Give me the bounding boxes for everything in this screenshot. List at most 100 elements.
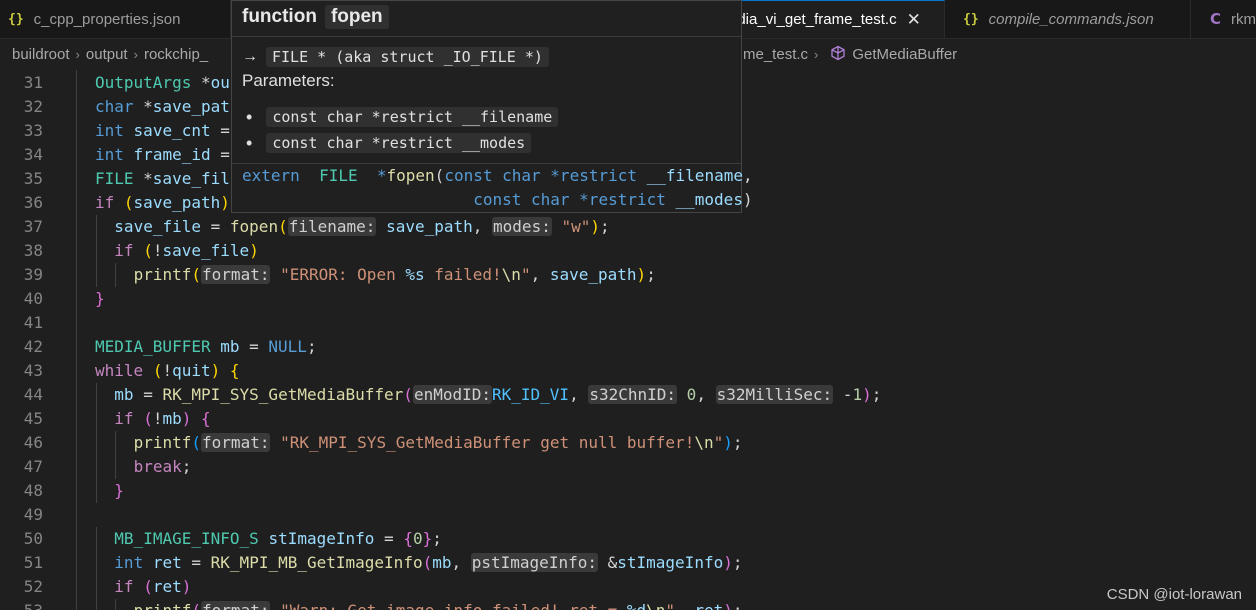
breadcrumb-item-buildroot[interactable]: buildroot <box>12 46 70 63</box>
code-line[interactable]: printf(format: "RK_MPI_SYS_GetMediaBuffe… <box>134 431 743 455</box>
inlay-hint: enModID: <box>412 385 492 404</box>
tab-rkm[interactable]: C rkm <box>1192 0 1256 38</box>
code-token: } <box>114 481 124 500</box>
line-number: 43 <box>23 361 43 380</box>
code-token: "ERROR: Open <box>280 265 406 284</box>
code-token: ( <box>143 409 153 428</box>
code-line[interactable]: FILE *save_fil <box>95 167 230 191</box>
code-line[interactable]: if (!mb) { <box>114 407 210 431</box>
breadcrumb-item-rockchip[interactable]: rockchip_ <box>144 46 208 63</box>
code-token: * <box>133 169 153 188</box>
code-token: %d <box>627 601 646 610</box>
code-token: save_cnt <box>133 121 211 140</box>
code-token: 0 <box>412 529 423 548</box>
code-token: ; <box>871 385 882 404</box>
code-token: ) <box>181 577 192 596</box>
code-line[interactable]: int ret = RK_MPI_MB_GetImageInfo(mb, pst… <box>114 551 743 575</box>
indent-guide <box>96 215 97 239</box>
tab-compile-commands[interactable]: {} compile_commands.json <box>946 0 1191 38</box>
code-token: char <box>95 97 134 116</box>
code-token: ) <box>249 241 259 260</box>
code-token: mb <box>162 409 182 428</box>
indent-guide <box>96 383 97 407</box>
code-line[interactable]: } <box>95 287 105 311</box>
tab-media-vi-get-frame-test[interactable]: edia_vi_get_frame_test.c ✕ <box>729 0 945 38</box>
code-line[interactable]: mb = RK_MPI_SYS_GetMediaBuffer(enModID:R… <box>114 383 881 407</box>
code-token: FILE <box>319 166 358 185</box>
indent-guide <box>96 239 97 263</box>
code-token: = <box>181 553 211 572</box>
hover-param-item: • const char *restrict __filename <box>246 105 559 129</box>
code-token: mb <box>114 385 134 404</box>
code-line[interactable]: MEDIA_BUFFER mb = NULL; <box>95 335 317 359</box>
chevron-right-icon: › <box>75 47 80 62</box>
code-token: __filename <box>646 166 743 185</box>
code-line[interactable]: MB_IMAGE_INFO_S stImageInfo = {0}; <box>114 527 442 551</box>
code-line[interactable]: if (!save_file) <box>114 239 259 263</box>
code-token: if <box>114 409 134 428</box>
breadcrumb-item-file[interactable]: me_test.c <box>743 46 808 63</box>
code-token: 1 <box>852 385 863 404</box>
code-token: ( <box>422 553 433 572</box>
code-line[interactable]: } <box>114 479 124 503</box>
code-token: frame_id <box>133 145 211 164</box>
line-number: 45 <box>23 409 43 428</box>
code-token: = <box>210 121 230 140</box>
code-line[interactable]: printf(format: "ERROR: Open %s failed!\n… <box>134 263 656 287</box>
code-token: stImageInfo <box>617 553 724 572</box>
code-token: "w" <box>561 217 591 236</box>
code-token: save_pat <box>152 97 230 116</box>
code-token: save_file <box>114 217 201 236</box>
code-token: printf <box>133 433 192 452</box>
code-token: ( <box>191 601 201 610</box>
code-token: ret <box>694 601 723 610</box>
code-token: char <box>502 166 541 185</box>
code-token: ) <box>210 361 221 380</box>
indent-guide <box>96 575 97 599</box>
code-token: FILE <box>95 169 134 188</box>
breadcrumb-item-symbol[interactable]: GetMediaBuffer <box>852 46 957 63</box>
code-line[interactable]: printf(format: "Warn: Get image info fai… <box>134 599 743 610</box>
code-line[interactable]: OutputArgs *ou <box>95 71 230 95</box>
code-token: ; <box>600 217 610 236</box>
code-token: = <box>201 217 230 236</box>
inlay-hint: modes: <box>492 217 552 236</box>
code-token: ( <box>278 217 288 236</box>
code-token: NULL <box>268 337 307 356</box>
hover-header: function fopen <box>242 5 389 29</box>
code-token: ; <box>432 529 442 548</box>
code-token: } <box>422 529 433 548</box>
close-icon[interactable]: ✕ <box>907 10 921 30</box>
code-token: \n <box>646 601 665 610</box>
code-line[interactable]: break; <box>134 455 192 479</box>
code-line[interactable]: int save_cnt = <box>95 119 230 143</box>
code-token: = <box>210 145 230 164</box>
code-token: ( <box>434 166 445 185</box>
tab-label: compile_commands.json <box>988 10 1154 28</box>
indent-guide <box>96 407 97 431</box>
code-token: , <box>451 553 471 572</box>
code-line[interactable]: if (ret) <box>114 575 191 599</box>
tab-c-cpp-properties[interactable]: {} c_cpp_properties.json <box>0 0 231 38</box>
code-token: ) <box>723 601 733 610</box>
code-token: ; <box>306 337 317 356</box>
code-token: " <box>665 601 675 610</box>
hover-popup: function fopen → FILE * (aka struct _IO_… <box>231 0 753 213</box>
code-token: save_path <box>386 217 473 236</box>
code-token: \n <box>501 265 521 284</box>
code-line[interactable]: char *save_pat <box>95 95 230 119</box>
breadcrumb-item-output[interactable]: output <box>86 46 128 63</box>
code-token: *restrict <box>550 166 637 185</box>
code-line[interactable]: while (!quit) { <box>95 359 240 383</box>
code-line[interactable]: if (save_path) <box>95 191 230 215</box>
line-number: 31 <box>23 73 43 92</box>
code-line[interactable]: save_file = fopen(filename: save_path, m… <box>114 215 610 239</box>
code-token: { <box>229 361 240 380</box>
code-token: ) <box>723 553 733 572</box>
code-line[interactable]: int frame_id = <box>95 143 230 167</box>
